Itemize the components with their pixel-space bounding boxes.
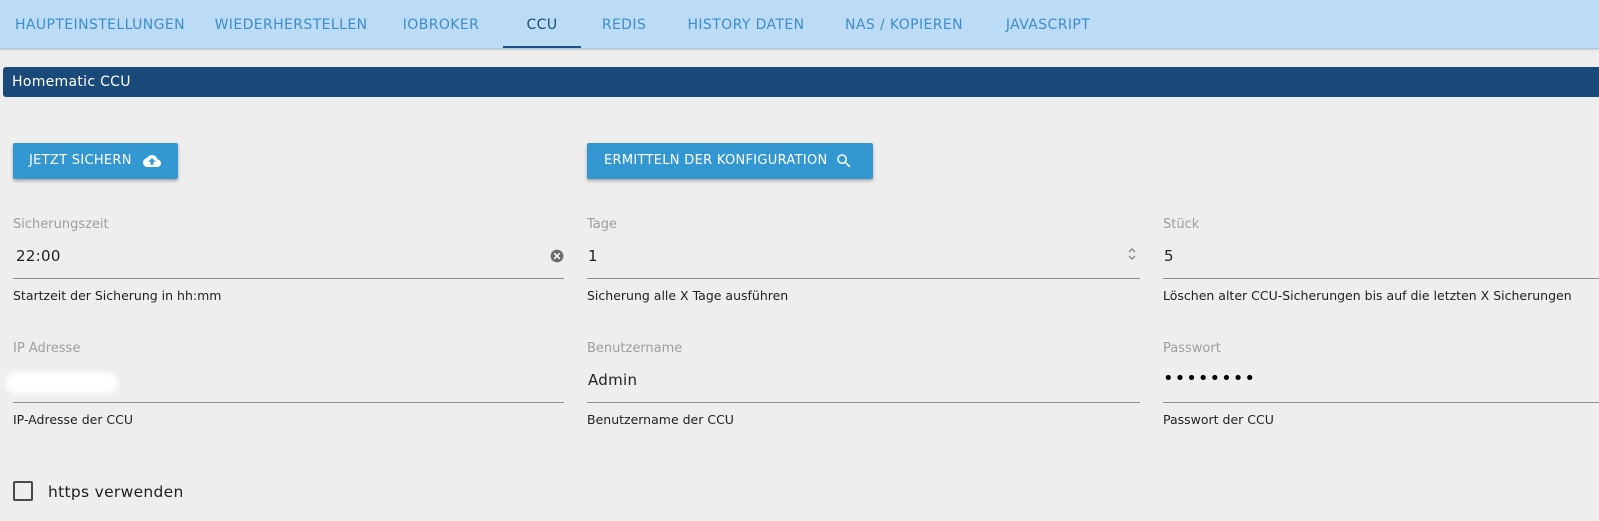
username-underline — [587, 402, 1140, 403]
redacted-ip-value — [6, 372, 118, 394]
section-header: Homematic CCU — [3, 67, 1599, 97]
tab-wiederherstellen[interactable]: WIEDERHERSTELLEN — [214, 0, 368, 48]
backup-time-label: Sicherungszeit — [13, 217, 109, 232]
tab-redis[interactable]: REDIS — [596, 0, 652, 48]
tab-history-daten[interactable]: HISTORY DATEN — [684, 0, 808, 48]
count-underline — [1163, 278, 1599, 279]
count-input[interactable]: 5 — [1164, 247, 1174, 265]
password-label: Passwort — [1163, 341, 1221, 356]
tab-nas-kopieren[interactable]: NAS / KOPIEREN — [841, 0, 967, 48]
password-input[interactable]: •••••••• — [1163, 368, 1256, 389]
tab-haupteinstellungen[interactable]: HAUPTEINSTELLUNGEN — [14, 0, 186, 48]
ip-address-underline — [13, 402, 564, 403]
count-help: Löschen alter CCU-Sicherungen bis auf di… — [1163, 288, 1572, 303]
active-tab-indicator — [503, 46, 581, 48]
tab-bar: HAUPTEINSTELLUNGEN WIEDERHERSTELLEN IOBR… — [0, 0, 1599, 49]
days-label: Tage — [587, 217, 618, 232]
https-checkbox-label[interactable]: https verwenden — [48, 483, 184, 501]
count-label: Stück — [1163, 217, 1200, 232]
detect-config-button[interactable]: ERMITTELN DER KONFIGURATION — [587, 143, 873, 179]
password-help: Passwort der CCU — [1163, 412, 1274, 427]
username-input[interactable]: Admin — [588, 371, 637, 389]
clear-time-icon[interactable] — [550, 249, 564, 263]
section-title: Homematic CCU — [12, 74, 131, 90]
days-underline — [587, 278, 1140, 279]
detect-config-label: ERMITTELN DER KONFIGURATION — [604, 153, 828, 168]
tab-iobroker[interactable]: IOBROKER — [396, 0, 486, 48]
days-help: Sicherung alle X Tage ausführen — [587, 288, 789, 303]
cloud-upload-icon — [143, 155, 161, 167]
username-help: Benutzername der CCU — [587, 412, 734, 427]
username-label: Benutzername — [587, 341, 683, 356]
backup-now-label: JETZT SICHERN — [29, 153, 132, 168]
tab-ccu[interactable]: CCU — [503, 0, 581, 48]
days-input[interactable]: 1 — [588, 247, 598, 265]
backup-time-input[interactable]: 22:00 — [16, 247, 61, 265]
tab-javascript[interactable]: JAVASCRIPT — [999, 0, 1097, 48]
backup-now-button[interactable]: JETZT SICHERN — [13, 143, 178, 179]
number-spinner-icon[interactable] — [1126, 245, 1138, 263]
backup-time-underline — [13, 278, 564, 279]
https-checkbox[interactable] — [13, 481, 33, 501]
backup-time-help: Startzeit der Sicherung in hh:mm — [13, 288, 222, 303]
search-icon — [837, 154, 851, 168]
ip-address-help: IP-Adresse der CCU — [13, 412, 134, 427]
password-underline — [1163, 402, 1599, 403]
ip-address-label: IP Adresse — [13, 341, 81, 356]
